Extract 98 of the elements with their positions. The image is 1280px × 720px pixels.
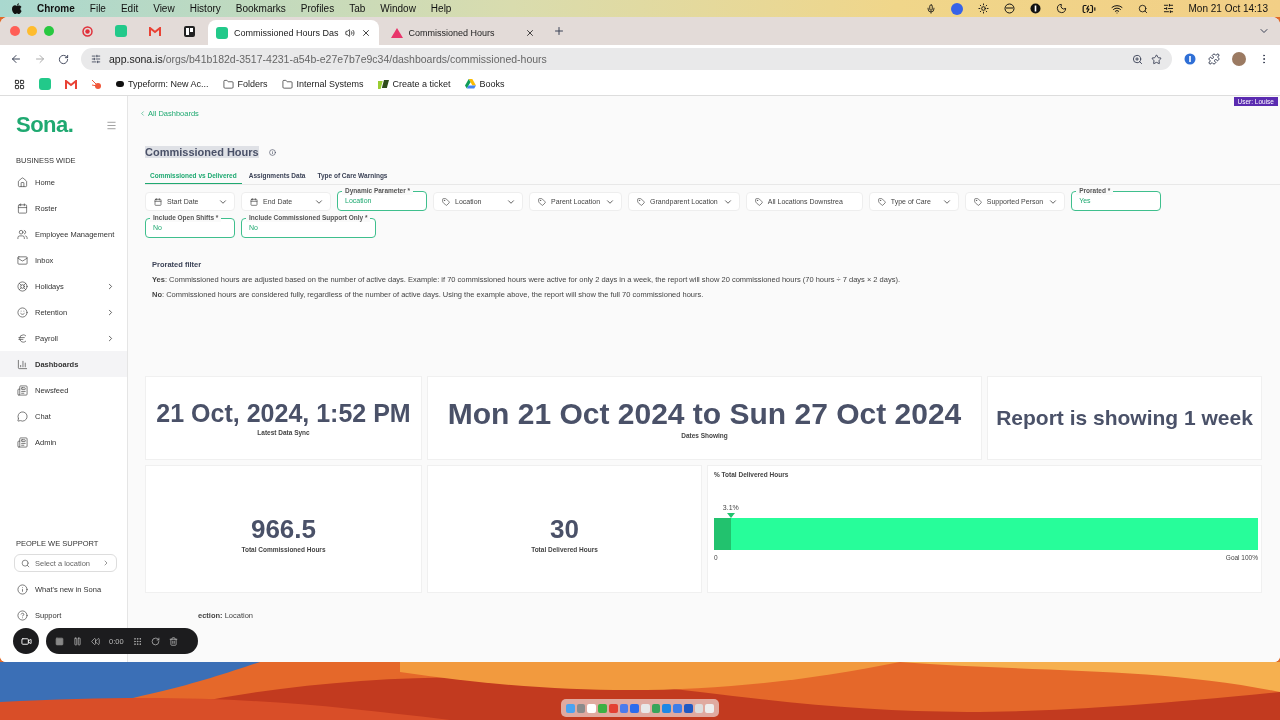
calendar-icon bbox=[154, 197, 162, 206]
tag-icon bbox=[538, 197, 546, 206]
stat-value: 21 Oct, 2024, 1:52 PM bbox=[156, 399, 411, 428]
new-tab-icon[interactable] bbox=[552, 25, 565, 37]
apps-icon[interactable] bbox=[14, 78, 25, 90]
menu-clock[interactable]: Mon 21 Oct 14:13 bbox=[1188, 3, 1268, 14]
menu-item[interactable]: History bbox=[189, 3, 221, 14]
ticket-icon bbox=[377, 79, 389, 89]
reload-icon[interactable] bbox=[58, 53, 69, 65]
control-center-icon[interactable] bbox=[1162, 3, 1174, 14]
bookmark[interactable]: Internal Systems bbox=[281, 78, 364, 90]
bookmark[interactable]: Typeform: New Ac... bbox=[116, 79, 209, 89]
menu-item[interactable]: View bbox=[153, 3, 175, 14]
pause-icon[interactable] bbox=[73, 636, 82, 646]
back-icon[interactable] bbox=[10, 53, 22, 65]
tag-icon bbox=[637, 197, 646, 206]
rewind-icon[interactable] bbox=[91, 636, 100, 646]
chevron-right-icon bbox=[102, 559, 110, 567]
folder-icon bbox=[222, 78, 234, 90]
chevron-right-icon bbox=[106, 307, 115, 317]
stat-value: 966.5 bbox=[250, 515, 317, 544]
password-key-icon[interactable] bbox=[1029, 3, 1041, 14]
sun-icon[interactable] bbox=[977, 3, 989, 14]
page-title: Commissioned Hours bbox=[145, 146, 259, 158]
camera-icon bbox=[20, 635, 32, 647]
calendar-icon bbox=[250, 197, 258, 206]
bar-chart-icon bbox=[17, 358, 28, 370]
browser-tab[interactable]: Commissioned Hours Das bbox=[208, 20, 379, 45]
lifebuoy-icon bbox=[17, 280, 28, 292]
marker-icon bbox=[726, 513, 735, 518]
wifi-icon[interactable] bbox=[1110, 2, 1123, 15]
app-favicon bbox=[216, 26, 228, 39]
help-icon bbox=[17, 609, 28, 621]
speaker-icon[interactable] bbox=[344, 27, 355, 38]
trash-icon[interactable] bbox=[168, 636, 178, 646]
microphone-icon[interactable] bbox=[925, 3, 936, 14]
bookmark[interactable]: Books bbox=[464, 79, 505, 89]
chevron-right-icon bbox=[106, 333, 115, 343]
people-icon bbox=[17, 228, 28, 240]
chevron-right-icon bbox=[106, 281, 115, 291]
info-icon bbox=[17, 583, 28, 595]
tag-icon bbox=[754, 197, 763, 206]
info-icon[interactable] bbox=[268, 148, 276, 156]
grip-icon[interactable] bbox=[132, 636, 142, 646]
menu-item[interactable]: Chrome bbox=[37, 3, 75, 14]
chat-icon bbox=[17, 410, 28, 422]
bookmark-star-icon[interactable] bbox=[1151, 53, 1162, 65]
menu-icon[interactable] bbox=[106, 119, 117, 131]
newspaper-icon bbox=[17, 384, 28, 396]
avatar-icon[interactable] bbox=[1232, 52, 1246, 66]
address-bar[interactable]: app.sona.is/orgs/b41b182d-3517-4231-a54b-e27e7b7e9c34/dashboards/commissioned-hours bbox=[81, 48, 1172, 70]
triangle-logo-icon bbox=[464, 79, 476, 89]
mail-icon bbox=[17, 254, 28, 266]
menu-item[interactable]: Edit bbox=[120, 3, 139, 14]
hub-icon[interactable] bbox=[91, 78, 102, 90]
home-icon bbox=[17, 176, 28, 188]
stat-value: Report is showing 1 week bbox=[996, 406, 1253, 430]
close-icon[interactable] bbox=[524, 27, 535, 38]
menu-item[interactable]: Tab bbox=[349, 3, 366, 14]
app-favicon bbox=[115, 25, 127, 37]
menu-item[interactable]: Help bbox=[430, 3, 452, 14]
bookmark[interactable]: Create a ticket bbox=[377, 79, 451, 89]
extensions-icon[interactable] bbox=[1208, 53, 1220, 65]
moon-icon[interactable] bbox=[1055, 3, 1067, 14]
app-badge-icon[interactable] bbox=[950, 2, 963, 15]
pill-icon bbox=[116, 81, 124, 87]
calendar-icon bbox=[17, 202, 28, 214]
menu-item[interactable]: Bookmarks bbox=[235, 3, 286, 14]
zoom-icon[interactable] bbox=[1132, 53, 1143, 65]
logo: Sona. bbox=[16, 112, 74, 138]
chevron-left-icon bbox=[139, 110, 146, 117]
restart-icon[interactable] bbox=[150, 636, 160, 646]
close-icon[interactable] bbox=[360, 27, 371, 38]
folder-icon bbox=[281, 78, 293, 90]
euro-icon bbox=[17, 332, 28, 344]
search-icon bbox=[21, 558, 30, 568]
smiley-icon bbox=[17, 306, 28, 318]
tag-icon bbox=[877, 197, 886, 206]
bookmark[interactable]: Folders bbox=[222, 78, 268, 90]
stat-value: Mon 21 Oct 2024 to Sun 27 Oct 2024 bbox=[447, 397, 962, 430]
menu-item[interactable]: File bbox=[89, 3, 106, 14]
mail-logo-icon[interactable] bbox=[65, 79, 77, 89]
stop-icon[interactable] bbox=[55, 636, 64, 646]
circle-slash-icon[interactable] bbox=[1003, 3, 1015, 14]
apple-logo-icon[interactable] bbox=[12, 3, 22, 14]
search-icon[interactable] bbox=[1137, 3, 1148, 14]
newspaper-icon bbox=[17, 436, 28, 448]
record-icon bbox=[81, 25, 93, 37]
board-icon bbox=[183, 25, 195, 37]
mountain-favicon bbox=[390, 27, 403, 38]
menu-item[interactable]: Window bbox=[380, 3, 416, 14]
stat-value: 30 bbox=[550, 515, 579, 544]
mail-logo-icon bbox=[149, 26, 161, 36]
tag-icon bbox=[973, 197, 982, 206]
site-settings-icon[interactable] bbox=[91, 54, 101, 64]
menu-item[interactable]: Profiles bbox=[300, 3, 335, 14]
tag-icon bbox=[442, 197, 450, 206]
browser-tab[interactable]: Commissioned Hours bbox=[382, 20, 543, 45]
